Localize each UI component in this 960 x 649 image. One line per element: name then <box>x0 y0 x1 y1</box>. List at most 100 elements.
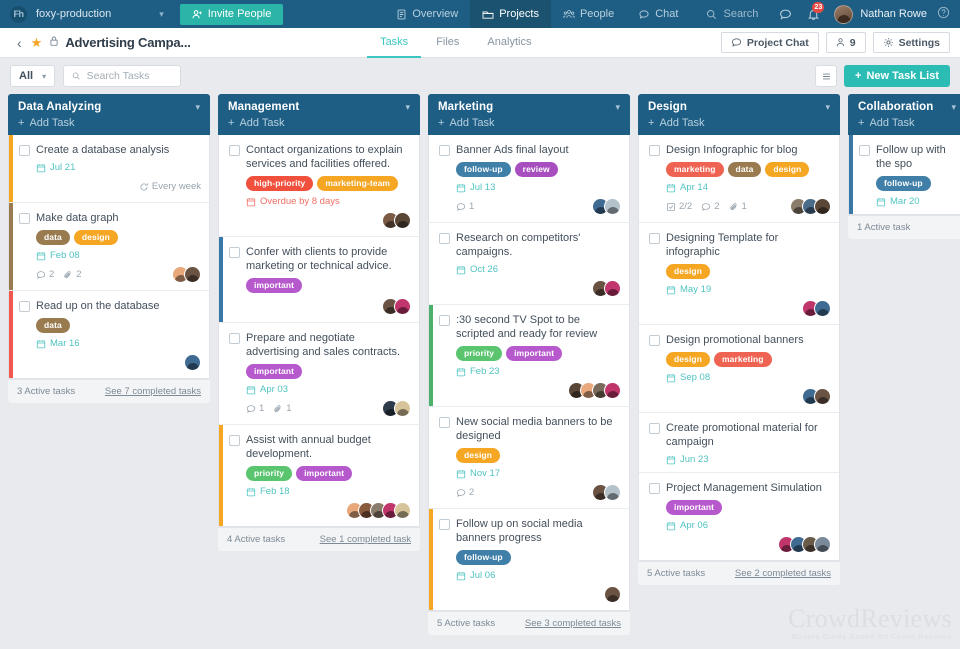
task-card[interactable]: Project Management Simulation important Ap… <box>639 473 839 560</box>
see-completed-tasks-link[interactable]: See 1 completed task <box>320 534 411 545</box>
see-completed-tasks-link[interactable]: See 3 completed tasks <box>525 618 621 629</box>
org-switcher[interactable]: Fh foxy-production ▾ <box>0 0 174 28</box>
chevron-down-icon[interactable]: ▾ <box>951 102 956 113</box>
notifications-button[interactable]: 23 <box>800 0 826 28</box>
avatar[interactable] <box>604 198 621 215</box>
task-tag[interactable]: follow-up <box>456 162 511 177</box>
star-icon[interactable]: ★ <box>31 35 50 51</box>
task-tag[interactable]: data <box>36 230 70 245</box>
chevron-down-icon[interactable]: ▾ <box>615 102 620 113</box>
task-checkbox[interactable] <box>229 434 240 446</box>
tab-files[interactable]: Files <box>423 28 472 58</box>
task-card[interactable]: Confer with clients to provide marketing… <box>219 237 419 323</box>
task-card[interactable]: Designing Template for infographic design… <box>639 223 839 325</box>
nav-item-overview[interactable]: Overview <box>384 0 470 28</box>
project-chat-button[interactable]: Project Chat <box>720 32 819 53</box>
task-tag[interactable]: design <box>765 162 810 177</box>
avatar[interactable] <box>394 502 411 519</box>
task-tag[interactable]: data <box>727 162 762 177</box>
task-tag[interactable]: design <box>456 448 500 463</box>
back-button[interactable]: ‹ <box>8 35 31 51</box>
new-task-list-button[interactable]: + New Task List <box>844 65 950 87</box>
task-tag[interactable]: review <box>514 162 558 177</box>
task-checkbox[interactable] <box>439 144 450 156</box>
see-completed-tasks-link[interactable]: See 7 completed tasks <box>105 386 201 397</box>
avatar[interactable] <box>604 484 621 501</box>
task-card[interactable]: Read up on the database data Mar 16 <box>9 291 209 378</box>
user-menu[interactable]: Nathan Rowe <box>830 4 935 24</box>
task-card[interactable]: Design Infographic for blog marketing data… <box>639 135 839 223</box>
avatar[interactable] <box>604 280 621 297</box>
task-checkbox[interactable] <box>439 232 450 244</box>
see-completed-tasks-link[interactable]: See 2 completed tasks <box>735 568 831 579</box>
avatar[interactable] <box>604 586 621 603</box>
nav-item-projects[interactable]: Projects <box>470 0 551 28</box>
add-task-button[interactable]: + Add Task <box>438 117 620 129</box>
avatar[interactable] <box>184 266 201 283</box>
task-tag[interactable]: important <box>246 364 303 379</box>
task-checkbox[interactable] <box>649 232 660 244</box>
add-task-button[interactable]: + Add Task <box>858 117 956 129</box>
add-task-button[interactable]: + Add Task <box>648 117 830 129</box>
task-checkbox[interactable] <box>649 482 660 494</box>
task-checkbox[interactable] <box>649 334 660 346</box>
task-checkbox[interactable] <box>229 246 240 258</box>
task-checkbox[interactable] <box>19 144 30 156</box>
task-card[interactable]: Follow up with the spo follow-up Mar 20 <box>849 135 960 214</box>
task-tag[interactable]: data <box>36 318 70 333</box>
task-tag[interactable]: follow-up <box>456 550 511 565</box>
task-checkbox[interactable] <box>229 332 240 344</box>
task-checkbox[interactable] <box>439 416 450 428</box>
task-card[interactable]: Make data graph data design Feb 08 2 2 <box>9 203 209 291</box>
chevron-down-icon[interactable]: ▾ <box>405 102 410 113</box>
avatar[interactable] <box>394 400 411 417</box>
avatar[interactable] <box>814 300 831 317</box>
task-card[interactable]: Banner Ads final layout follow-up review Ju… <box>429 135 629 223</box>
task-tag[interactable]: important <box>506 346 563 361</box>
task-tag[interactable]: high-priority <box>246 176 314 191</box>
messages-button[interactable] <box>772 0 798 28</box>
task-tag[interactable]: design <box>73 230 118 245</box>
help-button[interactable] <box>935 6 960 22</box>
tab-analytics[interactable]: Analytics <box>474 28 544 58</box>
task-checkbox[interactable] <box>229 144 240 156</box>
global-search[interactable]: Search <box>690 8 772 20</box>
task-card[interactable]: New social media banners to be designed d… <box>429 407 629 509</box>
task-tag[interactable]: design <box>666 264 710 279</box>
task-checkbox[interactable] <box>859 144 870 156</box>
invite-people-button[interactable]: Invite People <box>179 3 284 25</box>
search-input[interactable] <box>86 70 173 82</box>
task-tag[interactable]: important <box>246 278 303 293</box>
chevron-down-icon[interactable]: ▾ <box>195 102 200 113</box>
task-tag[interactable]: important <box>666 500 723 515</box>
task-checkbox[interactable] <box>439 518 450 530</box>
task-card[interactable]: Follow up on social media banners progre… <box>429 509 629 610</box>
nav-item-people[interactable]: People <box>551 0 626 28</box>
task-card[interactable]: Contact organizations to explain service… <box>219 135 419 237</box>
task-tag[interactable]: marketing <box>666 162 724 177</box>
project-members-button[interactable]: 9 <box>825 32 866 53</box>
chevron-down-icon[interactable]: ▾ <box>825 102 830 113</box>
task-tag[interactable]: priority <box>456 346 503 361</box>
tab-tasks[interactable]: Tasks <box>367 28 422 58</box>
avatar[interactable] <box>184 354 201 371</box>
nav-item-chat[interactable]: Chat <box>626 0 690 28</box>
add-task-button[interactable]: + Add Task <box>18 117 200 129</box>
task-tag[interactable]: design <box>666 352 710 367</box>
task-card[interactable]: Research on competitors' campaigns. Oct 2… <box>429 223 629 305</box>
avatar[interactable] <box>814 388 831 405</box>
avatar[interactable] <box>394 212 411 229</box>
search-tasks-box[interactable] <box>63 65 182 87</box>
avatar[interactable] <box>814 536 831 553</box>
task-tag[interactable]: marketing-team <box>317 176 399 191</box>
task-tag[interactable]: marketing <box>714 352 772 367</box>
task-card[interactable]: Create promotional material for campaign… <box>639 413 839 473</box>
task-card[interactable]: Assist with annual budget development. pr… <box>219 425 419 526</box>
task-tag[interactable]: important <box>296 466 353 481</box>
project-settings-button[interactable]: Settings <box>872 32 950 53</box>
task-card[interactable]: Prepare and negotiate advertising and sa… <box>219 323 419 425</box>
task-checkbox[interactable] <box>649 422 660 434</box>
task-card[interactable]: :30 second TV Spot to be scripted and re… <box>429 305 629 407</box>
task-checkbox[interactable] <box>19 300 30 312</box>
avatar[interactable] <box>814 198 831 215</box>
